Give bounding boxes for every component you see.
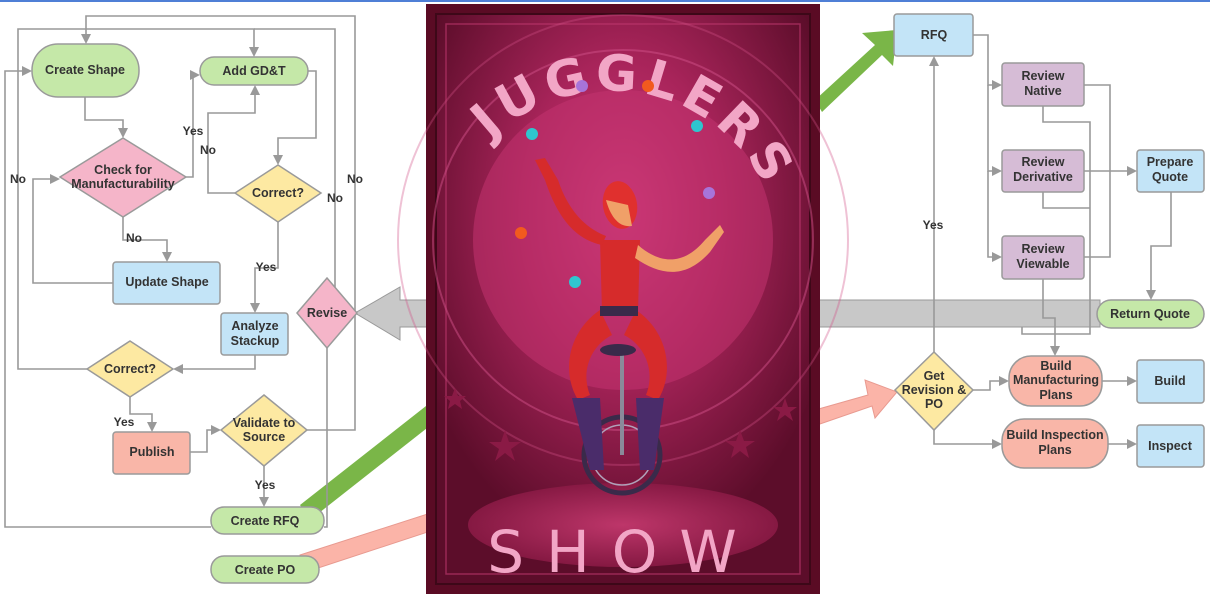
node-review-native[interactable]: Review Native bbox=[1001, 62, 1085, 107]
node-inspect[interactable]: Inspect bbox=[1136, 424, 1205, 468]
node-build-mfg-plans[interactable]: Build Manufacturing Plans bbox=[1008, 355, 1103, 407]
svg-text:Create Shape: Create Shape bbox=[45, 63, 125, 77]
svg-text:Check for: Check for bbox=[94, 163, 152, 177]
svg-text:Build: Build bbox=[1154, 374, 1185, 388]
node-check-manufacturability[interactable]: Check for Manufacturability bbox=[58, 137, 188, 218]
svg-text:Plans: Plans bbox=[1038, 443, 1071, 457]
edge-label-no: No bbox=[347, 172, 363, 186]
svg-text:Inspect: Inspect bbox=[1148, 439, 1193, 453]
svg-text:Stackup: Stackup bbox=[231, 334, 280, 348]
node-create-po[interactable]: Create PO bbox=[210, 555, 320, 584]
svg-text:Derivative: Derivative bbox=[1013, 170, 1073, 184]
edge-label-yes: Yes bbox=[256, 260, 277, 274]
poster-subtitle: SHOW bbox=[487, 518, 758, 586]
top-border bbox=[0, 0, 1210, 2]
svg-text:Update Shape: Update Shape bbox=[125, 275, 208, 289]
svg-text:Return Quote: Return Quote bbox=[1110, 307, 1190, 321]
node-analyze-stackup[interactable]: Analyze Stackup bbox=[220, 312, 289, 356]
node-revise[interactable]: Revise bbox=[296, 276, 358, 350]
svg-text:Create PO: Create PO bbox=[235, 563, 296, 577]
svg-text:Viewable: Viewable bbox=[1016, 257, 1069, 271]
svg-text:Correct?: Correct? bbox=[252, 186, 304, 200]
edge-label-yes: Yes bbox=[114, 415, 135, 429]
node-rfq[interactable]: RFQ bbox=[893, 13, 974, 57]
svg-text:Publish: Publish bbox=[129, 445, 174, 459]
node-build-inspection-plans[interactable]: Build Inspection Plans bbox=[1001, 418, 1109, 469]
svg-text:Add GD&T: Add GD&T bbox=[222, 64, 286, 78]
node-correct-gdt[interactable]: Correct? bbox=[233, 164, 323, 223]
node-update-shape[interactable]: Update Shape bbox=[112, 261, 221, 305]
node-get-revision-po[interactable]: Get Revision & PO bbox=[893, 350, 975, 432]
node-review-viewable[interactable]: Review Viewable bbox=[1001, 235, 1085, 280]
edge-label-no: No bbox=[200, 143, 216, 157]
svg-text:Create RFQ: Create RFQ bbox=[231, 514, 300, 528]
edge-label-no: No bbox=[10, 172, 26, 186]
svg-text:Review: Review bbox=[1021, 69, 1064, 83]
svg-text:Review: Review bbox=[1021, 155, 1064, 169]
edge-label-yes: Yes bbox=[923, 218, 944, 232]
svg-text:RFQ: RFQ bbox=[921, 28, 948, 42]
svg-text:Manufacturability: Manufacturability bbox=[71, 177, 175, 191]
svg-text:Get: Get bbox=[924, 369, 946, 383]
node-correct-stackup[interactable]: Correct? bbox=[85, 340, 175, 398]
edge-label-yes: Yes bbox=[183, 124, 204, 138]
svg-text:Analyze: Analyze bbox=[231, 319, 278, 333]
svg-text:Source: Source bbox=[243, 430, 285, 444]
flowchart-diagram: Yes No No No Yes No No Yes Yes Yes Creat… bbox=[0, 0, 1210, 594]
jugglers-poster: JUGGLERS SHOW bbox=[397, 4, 849, 594]
svg-text:PO: PO bbox=[925, 397, 943, 411]
node-publish[interactable]: Publish bbox=[112, 431, 191, 475]
svg-text:Build: Build bbox=[1040, 359, 1071, 373]
edge-label-no: No bbox=[327, 191, 343, 205]
node-build[interactable]: Build bbox=[1136, 359, 1205, 404]
svg-text:Quote: Quote bbox=[1152, 170, 1188, 184]
svg-text:Revision &: Revision & bbox=[902, 383, 967, 397]
node-create-shape[interactable]: Create Shape bbox=[31, 43, 140, 98]
svg-text:Review: Review bbox=[1021, 242, 1064, 256]
svg-text:Build Inspection: Build Inspection bbox=[1006, 428, 1103, 442]
svg-text:Correct?: Correct? bbox=[104, 362, 156, 376]
node-review-derivative[interactable]: Review Derivative bbox=[1001, 149, 1085, 193]
edge-label-yes: Yes bbox=[255, 478, 276, 492]
svg-text:Manufacturing: Manufacturing bbox=[1013, 373, 1099, 387]
svg-text:Native: Native bbox=[1024, 84, 1062, 98]
svg-text:Plans: Plans bbox=[1039, 388, 1072, 402]
svg-text:Prepare: Prepare bbox=[1147, 155, 1194, 169]
node-create-rfq[interactable]: Create RFQ bbox=[210, 506, 325, 535]
svg-text:Revise: Revise bbox=[307, 306, 347, 320]
node-validate-source[interactable]: Validate to Source bbox=[219, 394, 309, 467]
node-return-quote[interactable]: Return Quote bbox=[1096, 299, 1205, 329]
node-add-gdt[interactable]: Add GD&T bbox=[199, 56, 309, 86]
svg-text:Validate to: Validate to bbox=[233, 416, 296, 430]
node-prepare-quote[interactable]: Prepare Quote bbox=[1136, 149, 1205, 193]
edge-label-no: No bbox=[126, 231, 142, 245]
